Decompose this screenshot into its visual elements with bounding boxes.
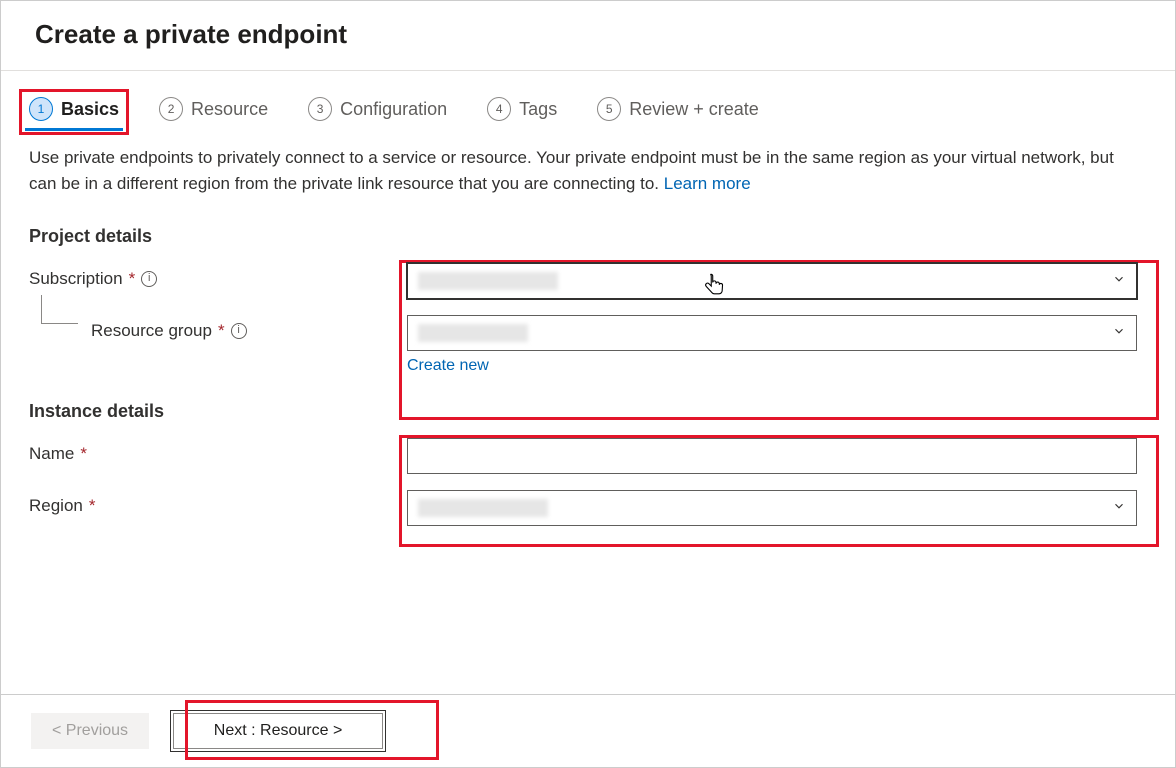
tab-step-number: 4 [487,97,511,121]
section-title-instance: Instance details [29,401,1147,422]
header: Create a private endpoint [1,1,1175,71]
footer: < Previous Next : Resource > [1,694,1175,767]
page-root: Create a private endpoint 1 Basics 2 Res… [0,0,1176,768]
previous-button: < Previous [31,713,149,749]
tab-basics[interactable]: 1 Basics [29,97,119,121]
body: 1 Basics 2 Resource 3 Configuration 4 Ta… [1,71,1175,694]
tab-step-number: 5 [597,97,621,121]
chevron-down-icon [1112,272,1126,290]
tab-label: Tags [519,99,557,120]
intro-body: Use private endpoints to privately conne… [29,148,1114,193]
tab-resource[interactable]: 2 Resource [159,97,268,121]
region-select[interactable] [407,490,1137,526]
next-button[interactable]: Next : Resource > [173,713,383,749]
tab-step-number: 3 [308,97,332,121]
create-new-link[interactable]: Create new [407,357,489,375]
resource-group-select[interactable] [407,315,1137,351]
required-marker: * [89,496,96,516]
required-marker: * [80,444,87,464]
row-region: Region * [29,490,1147,526]
info-icon[interactable]: i [231,323,247,339]
tab-step-number: 2 [159,97,183,121]
redacted-value [418,324,528,342]
subscription-label: Subscription [29,269,123,289]
chevron-down-icon [1112,499,1126,517]
tab-configuration[interactable]: 3 Configuration [308,97,447,121]
tab-label: Review + create [629,99,759,120]
redacted-value [418,272,558,290]
row-name: Name * [29,438,1147,474]
required-marker: * [129,269,136,289]
subscription-select[interactable] [407,263,1137,299]
region-label: Region [29,496,83,516]
name-input[interactable] [407,438,1137,474]
section-title-project: Project details [29,226,1147,247]
row-subscription: Subscription * i [29,263,1147,299]
redacted-value [418,499,548,517]
tab-tags[interactable]: 4 Tags [487,97,557,121]
tab-label: Configuration [340,99,447,120]
intro-text: Use private endpoints to privately conne… [29,145,1139,198]
tab-review-create[interactable]: 5 Review + create [597,97,759,121]
row-resource-group: Resource group * i Create new [29,315,1147,375]
required-marker: * [218,321,225,341]
wizard-tabs: 1 Basics 2 Resource 3 Configuration 4 Ta… [29,97,1147,121]
tab-label: Resource [191,99,268,120]
name-label: Name [29,444,74,464]
tab-label: Basics [61,99,119,120]
learn-more-link[interactable]: Learn more [664,174,751,193]
chevron-down-icon [1112,324,1126,342]
resource-group-label: Resource group [91,321,212,341]
tab-step-number: 1 [29,97,53,121]
info-icon[interactable]: i [141,271,157,287]
page-title: Create a private endpoint [35,19,1141,50]
